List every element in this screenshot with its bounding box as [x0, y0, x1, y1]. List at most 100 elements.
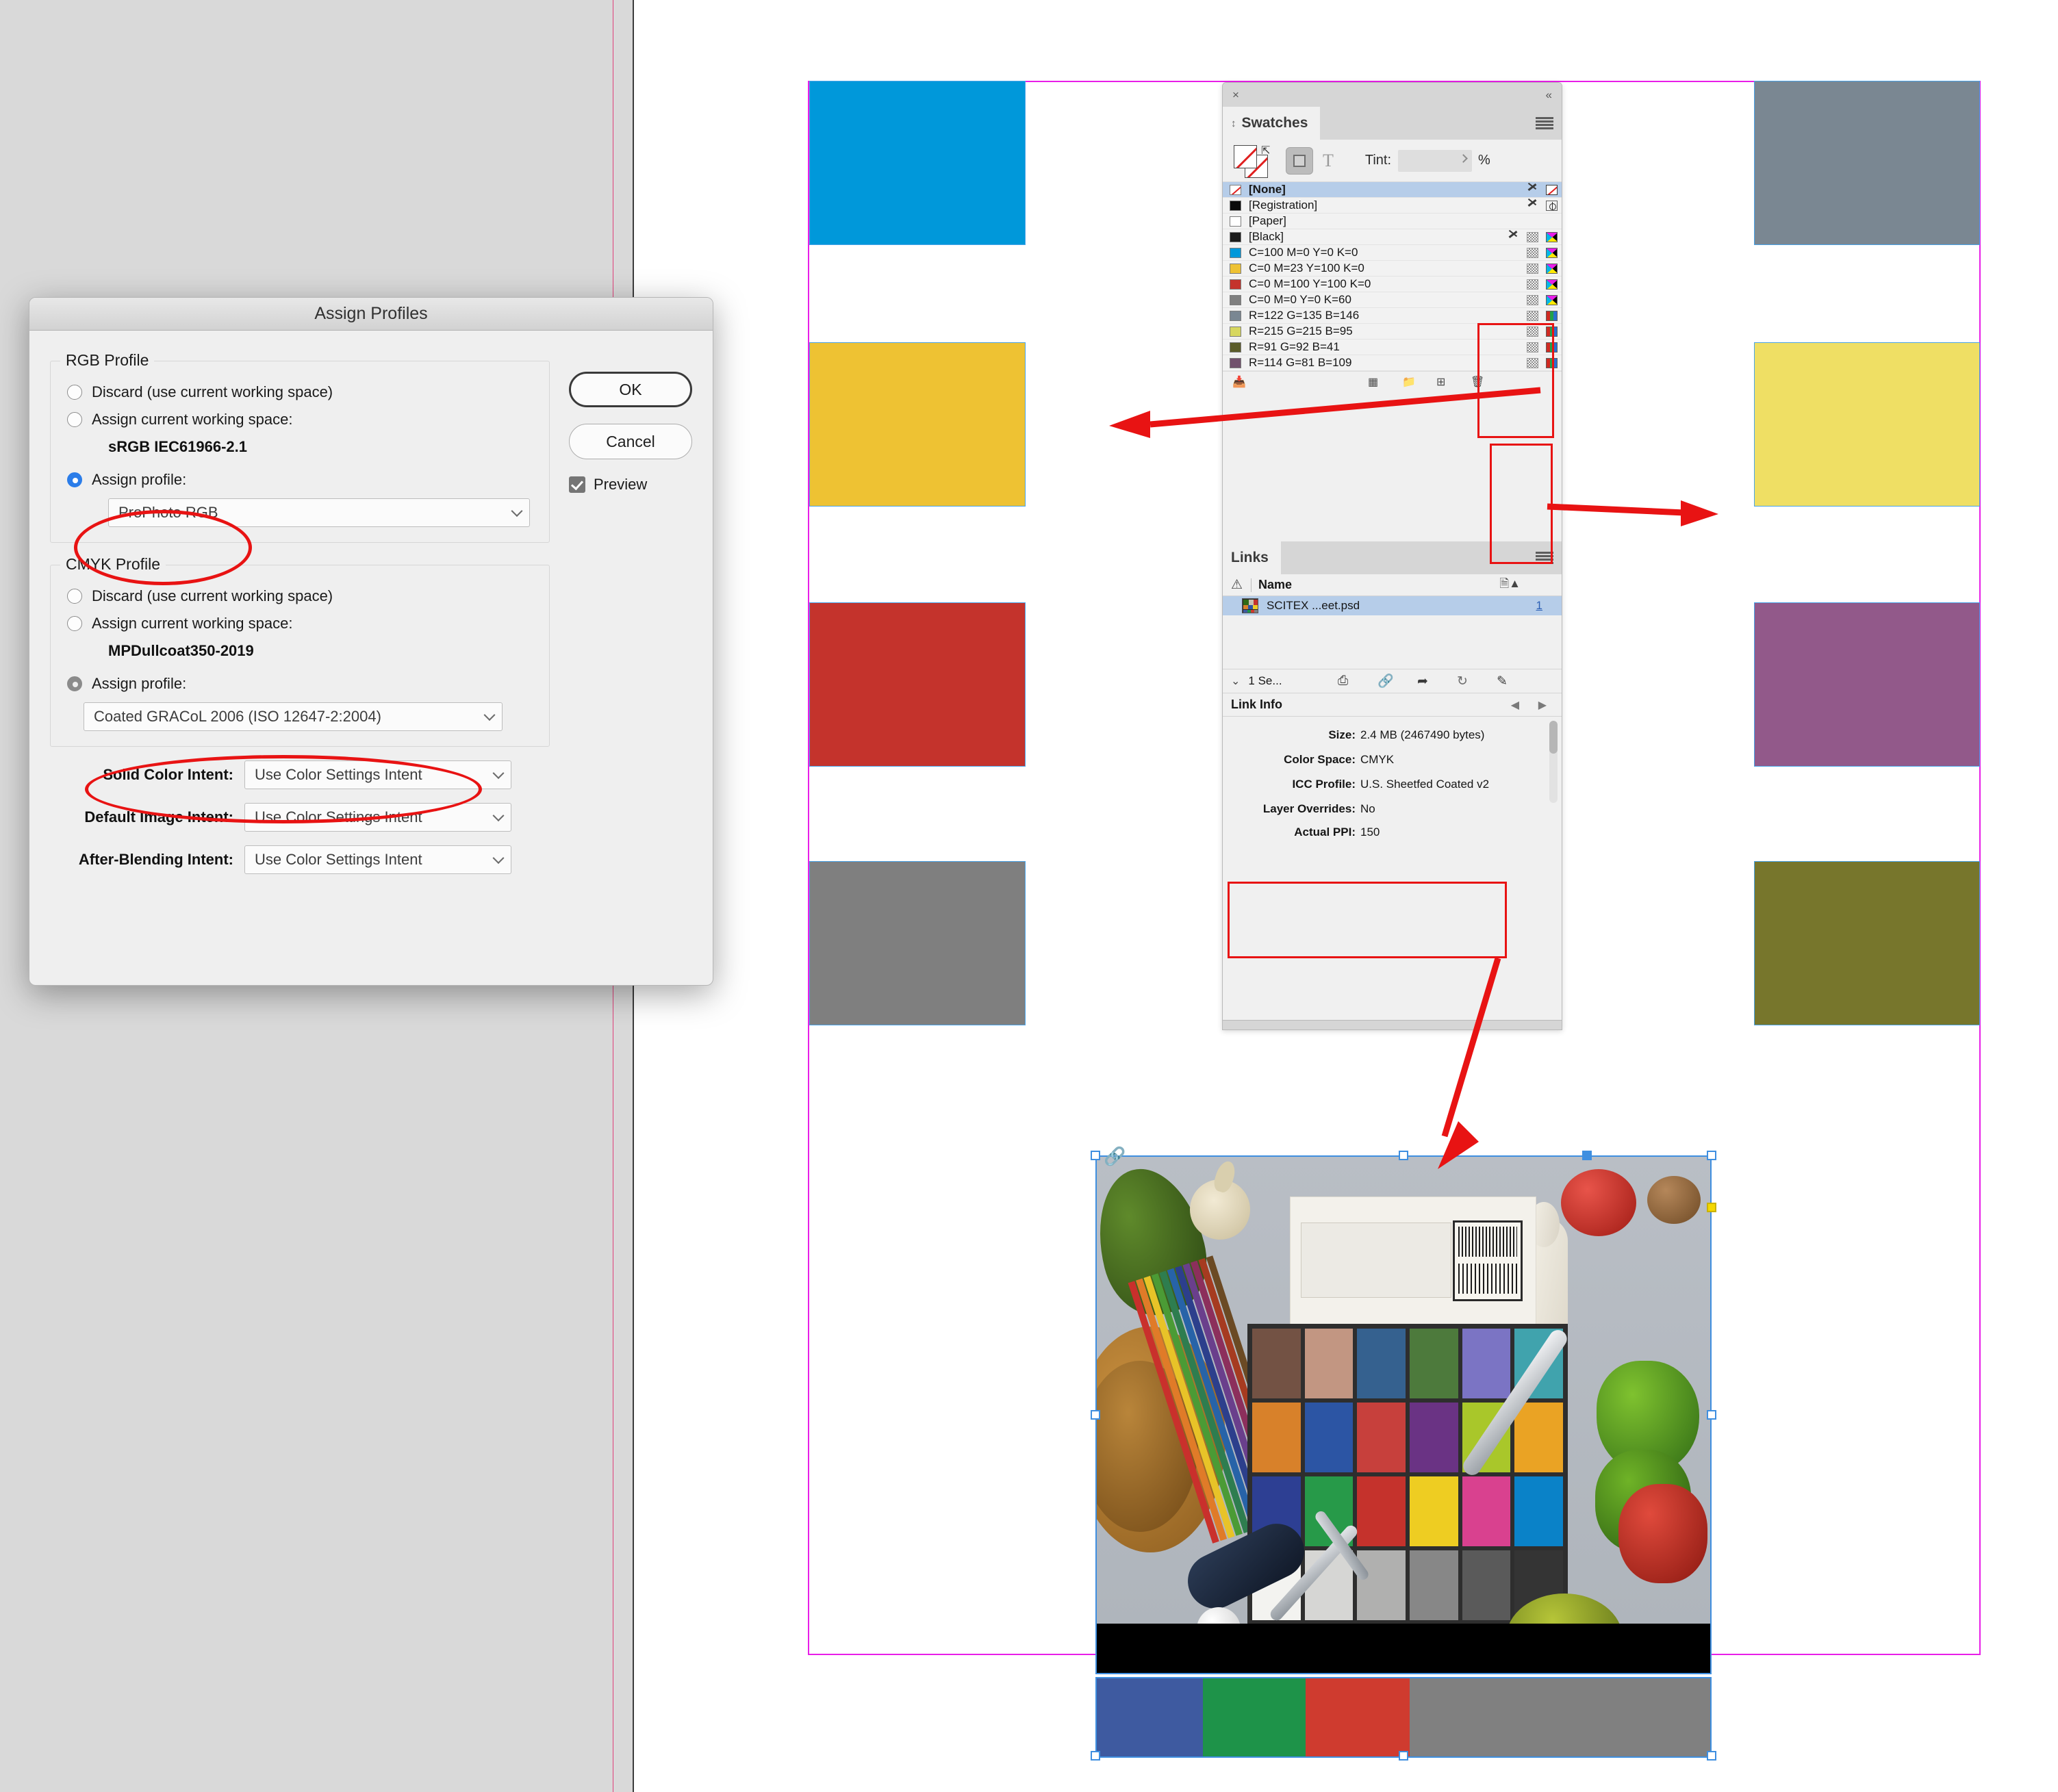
rgb-discard-radio[interactable] [67, 385, 82, 400]
swatch-row[interactable]: R=91 G=92 B=41 [1223, 340, 1562, 355]
swatch-row[interactable]: R=215 G=215 B=95 [1223, 324, 1562, 340]
links-list[interactable]: SCITEX ...eet.psd 1 [1223, 596, 1562, 669]
color-bar-red [1306, 1678, 1410, 1756]
selection-handle-corner-radius[interactable] [1707, 1203, 1716, 1212]
selection-handle-bm[interactable] [1399, 1751, 1408, 1761]
links-column-name-label[interactable]: Name [1258, 578, 1292, 592]
selection-handle-tm[interactable] [1399, 1151, 1408, 1160]
rgb-color-mode-icon [1546, 326, 1558, 337]
rgb-discard-option[interactable]: Discard (use current working space) [67, 383, 537, 401]
selection-handle-tr[interactable] [1707, 1151, 1716, 1160]
color-bar-blue [1097, 1678, 1203, 1756]
selection-handle-ml[interactable] [1091, 1410, 1100, 1420]
preview-checkbox-row[interactable]: Preview [569, 476, 692, 494]
doc-rect-cyan[interactable] [809, 81, 1026, 245]
format-affects-text-icon[interactable]: T [1323, 151, 1334, 171]
selection-handle-br[interactable] [1707, 1751, 1716, 1761]
link-info-scroll-thumb[interactable] [1549, 721, 1558, 754]
cmyk-discard-label: Discard (use current working space) [92, 587, 333, 604]
dock-header[interactable]: × « [1223, 83, 1562, 107]
swatch-row[interactable]: C=100 M=0 Y=0 K=0 [1223, 245, 1562, 261]
rgb-profile-dropdown[interactable]: ProPhoto RGB [108, 498, 530, 527]
doc-rect-grey[interactable] [809, 861, 1026, 1025]
cmyk-assign-current-option[interactable]: Assign current working space: [67, 615, 537, 632]
new-color-group-icon[interactable]: ▦ [1368, 375, 1378, 389]
format-affects-container-icon[interactable] [1286, 146, 1313, 175]
doc-rect-plum[interactable] [1754, 602, 1980, 767]
tab-links[interactable]: Links [1223, 541, 1281, 574]
rgb-assign-current-radio[interactable] [67, 412, 82, 427]
go-to-link-icon[interactable]: ➦ [1417, 674, 1428, 689]
rgb-assign-current-option[interactable]: Assign current working space: [67, 411, 537, 428]
selection-handle-tl[interactable] [1091, 1151, 1100, 1160]
cmyk-assign-current-radio[interactable] [67, 616, 82, 631]
swatch-row[interactable]: [Paper] [1223, 214, 1562, 229]
swatch-color-chip [1230, 231, 1241, 242]
placed-image-scitex-target[interactable] [1095, 1155, 1712, 1674]
tint-input[interactable] [1398, 149, 1473, 172]
new-swatch-icon[interactable]: ⊞ [1436, 375, 1445, 389]
new-folder-icon[interactable]: 📁 [1402, 375, 1416, 389]
relink-icon[interactable]: ⎙ [1338, 674, 1348, 689]
selection-handle-mr[interactable] [1707, 1410, 1716, 1420]
swatch-row[interactable]: R=114 G=81 B=109 [1223, 355, 1562, 371]
selection-handle-bl[interactable] [1091, 1751, 1100, 1761]
swatches-panel-menu-icon[interactable] [1536, 117, 1553, 129]
dialog-title-bar[interactable]: Assign Profiles [29, 298, 713, 331]
previous-link-icon[interactable]: ◀ [1511, 698, 1519, 712]
assign-profiles-dialog[interactable]: Assign Profiles OK Cancel Preview RGB Pr… [29, 297, 713, 986]
fill-proxy-box[interactable] [1234, 144, 1257, 168]
edit-original-icon[interactable]: ✎ [1497, 674, 1508, 689]
preview-checkbox[interactable] [569, 476, 585, 493]
cmyk-assign-profile-option[interactable]: Assign profile: [67, 675, 537, 693]
swatch-row[interactable]: R=122 G=135 B=146 [1223, 308, 1562, 324]
panel-resize-grip[interactable] [1223, 1020, 1562, 1029]
page-column-icon[interactable]: 🗎▲ [1500, 575, 1521, 595]
update-link-icon[interactable]: ↻ [1457, 674, 1468, 689]
color-bar-strip[interactable] [1095, 1677, 1712, 1758]
default-image-intent-dropdown[interactable]: Use Color Settings Intent [244, 803, 511, 832]
rgb-assign-profile-radio[interactable] [67, 472, 82, 487]
link-info-scrollbar[interactable] [1549, 721, 1558, 803]
links-panel-menu-icon[interactable] [1536, 552, 1553, 564]
swatches-list[interactable]: [None] [Registration] [Paper] [Black] C=100 … [1223, 182, 1562, 371]
link-list-item[interactable]: SCITEX ...eet.psd 1 [1223, 596, 1562, 615]
cmyk-discard-option[interactable]: Discard (use current working space) [67, 587, 537, 605]
link-badge-icon[interactable]: 🔗 [1104, 1147, 1127, 1165]
swatch-name: C=0 M=100 Y=100 K=0 [1249, 277, 1371, 290]
swatch-row[interactable]: C=0 M=100 Y=100 K=0 [1223, 277, 1562, 292]
selection-handle-tr-mid[interactable] [1582, 1151, 1592, 1160]
doc-rect-red[interactable] [809, 602, 1026, 767]
swatch-row[interactable]: [Black] [1223, 229, 1562, 245]
chevron-down-icon[interactable]: ⌄ [1231, 674, 1240, 688]
swatch-row[interactable]: C=0 M=0 Y=0 K=60 [1223, 292, 1562, 308]
next-link-icon[interactable]: ▶ [1538, 698, 1547, 712]
doc-rect-slate[interactable] [1754, 81, 1980, 245]
cmyk-assign-profile-radio[interactable] [67, 676, 82, 691]
link-file-name[interactable]: SCITEX ...eet.psd [1267, 599, 1360, 613]
swatch-row[interactable]: [None] [1223, 182, 1562, 198]
cmyk-color-mode-icon [1546, 247, 1558, 258]
rgb-assign-profile-option[interactable]: Assign profile: [67, 471, 537, 489]
doc-rect-lemon[interactable] [1754, 342, 1980, 507]
fill-stroke-proxy[interactable]: ⇱ [1234, 144, 1276, 178]
collapse-panel-icon[interactable]: « [1546, 89, 1552, 101]
close-icon[interactable]: × [1232, 89, 1239, 101]
after-blending-intent-dropdown[interactable]: Use Color Settings Intent [244, 845, 511, 874]
cmyk-discard-radio[interactable] [67, 589, 82, 604]
tab-swatches[interactable]: ↕ Swatches [1223, 107, 1321, 140]
spot-tint-checker-icon [1527, 247, 1538, 258]
doc-rect-olive[interactable] [1754, 861, 1980, 1025]
show-all-swatches-icon[interactable]: 📥 [1232, 375, 1246, 389]
solid-color-intent-dropdown[interactable]: Use Color Settings Intent [244, 760, 511, 789]
ok-button[interactable]: OK [569, 372, 692, 407]
cmyk-profile-dropdown[interactable]: Coated GRACoL 2006 (ISO 12647-2:2004) [84, 702, 503, 731]
swatch-row[interactable]: C=0 M=23 Y=100 K=0 [1223, 261, 1562, 277]
link-page-number[interactable]: 1 [1536, 599, 1542, 613]
chevron-right-icon [1459, 153, 1468, 163]
doc-rect-yellow[interactable] [809, 342, 1026, 507]
link-chain-icon[interactable]: 🔗 [1377, 673, 1394, 689]
swatch-row[interactable]: [Registration] [1223, 198, 1562, 214]
delete-swatch-icon[interactable]: 🗑 [1471, 375, 1484, 389]
cancel-button[interactable]: Cancel [569, 424, 692, 459]
